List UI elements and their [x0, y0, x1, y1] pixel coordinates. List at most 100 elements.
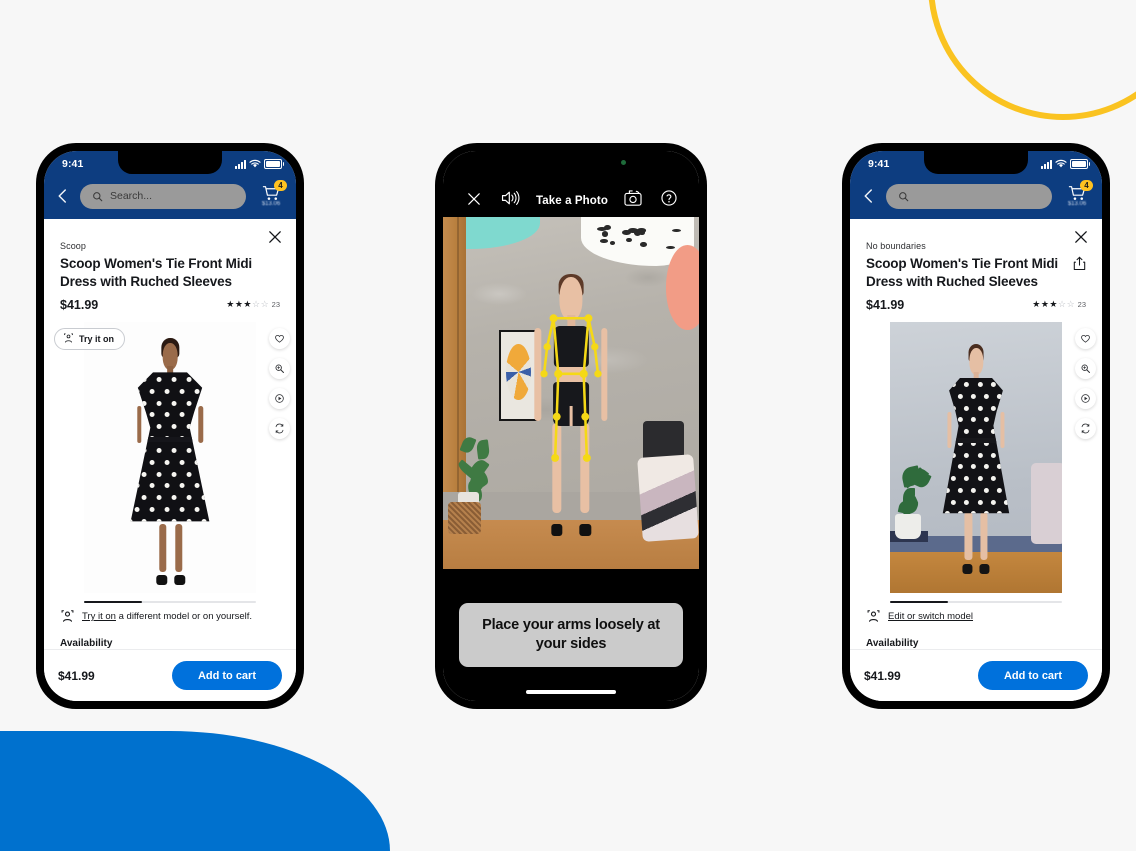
close-icon — [466, 191, 482, 207]
product-photo-scene — [84, 322, 256, 593]
scene-plant-pot — [895, 514, 921, 538]
edit-model-link-row[interactable]: Edit or switch model — [850, 607, 1102, 624]
play-icon-button[interactable] — [1075, 388, 1096, 409]
close-icon[interactable] — [1073, 229, 1089, 245]
help-circle-icon — [660, 189, 678, 207]
star-filled-icon: ★ — [1032, 300, 1040, 309]
model-leg-right — [175, 524, 182, 573]
camera-close-button[interactable] — [457, 191, 491, 207]
product-title: Scoop Women's Tie Front Midi Dress with … — [60, 255, 280, 291]
heart-icon-button[interactable] — [269, 328, 290, 349]
status-time: 9:41 — [868, 158, 889, 170]
rating-block[interactable]: ★ ★ ★ ☆ ☆ 23 — [1032, 300, 1086, 309]
person-tryon-icon — [63, 333, 74, 344]
tryon-result-image[interactable] — [890, 322, 1062, 593]
cellular-signal-icon — [235, 160, 246, 169]
pose-skeleton-overlay — [531, 277, 610, 483]
search-input[interactable]: Search... — [80, 184, 246, 209]
status-time: 9:41 — [62, 158, 83, 170]
battery-icon — [264, 159, 282, 169]
share-icon[interactable] — [1073, 256, 1086, 271]
phone-center-screen: Take a Photo Place your arms loosely at … — [443, 151, 699, 701]
model-arm-left — [137, 406, 141, 443]
chevron-left-icon[interactable] — [860, 187, 878, 205]
star-empty-icon: ☆ — [1058, 300, 1066, 309]
zoom-icon-button[interactable] — [1075, 358, 1096, 379]
home-indicator — [526, 690, 616, 694]
review-count: 23 — [1078, 300, 1086, 309]
room-scene — [443, 217, 699, 569]
person-shoe-right — [580, 524, 591, 537]
tryon-room-scene — [890, 322, 1062, 593]
phone-mockup-product-page: 9:41 Search... 4 $13.06 Scoop Scoop Wome… — [36, 143, 304, 709]
rotate-360-icon-button[interactable] — [269, 418, 290, 439]
gallery-page-indicator[interactable] — [890, 601, 1062, 603]
edit-or-switch-model-link[interactable]: Edit or switch model — [888, 611, 973, 622]
woven-basket — [448, 502, 481, 534]
search-input[interactable] — [886, 184, 1052, 209]
product-image[interactable] — [84, 322, 256, 593]
model-shoe-left — [157, 575, 168, 585]
camera-subject-person — [531, 277, 610, 534]
search-icon — [898, 191, 909, 202]
play-icon-button[interactable] — [269, 388, 290, 409]
phone-mockup-tryon-result: 9:41 4 $13.06 No boundaries Scoop Women'… — [842, 143, 1110, 709]
product-sheet-right: No boundaries Scoop Women's Tie Front Mi… — [850, 219, 1102, 701]
chevron-left-icon[interactable] — [54, 187, 72, 205]
dress-tie-belt — [954, 438, 998, 443]
heart-icon-button[interactable] — [1075, 328, 1096, 349]
phone-notch — [118, 151, 222, 174]
person-tryon-icon — [60, 609, 75, 624]
star-filled-icon: ★ — [243, 300, 251, 309]
star-empty-icon: ☆ — [261, 300, 269, 309]
camera-instruction-caption: Place your arms loosely at your sides — [459, 603, 683, 668]
magnifier-icon — [1080, 363, 1091, 374]
phone-mockup-camera: Take a Photo Place your arms loosely at … — [435, 143, 707, 709]
search-placeholder-text: Search... — [110, 190, 152, 202]
add-to-cart-button[interactable]: Add to cart — [978, 661, 1088, 690]
try-it-on-label: Try it on — [79, 334, 114, 344]
gallery-page-indicator[interactable] — [84, 601, 256, 603]
yellow-arc-decoration — [928, 0, 1136, 120]
model-arm-right — [1001, 412, 1005, 448]
camera-help-button[interactable] — [653, 189, 685, 207]
star-filled-icon: ★ — [1049, 300, 1057, 309]
zoom-icon-button[interactable] — [269, 358, 290, 379]
model-arm-left — [948, 412, 952, 448]
camera-flip-button[interactable] — [613, 189, 653, 207]
star-empty-icon: ☆ — [1067, 300, 1075, 309]
wifi-icon — [1055, 159, 1067, 169]
cart-button[interactable]: 4 $13.06 — [1060, 185, 1094, 207]
star-rating: ★ ★ ★ ☆ ☆ — [226, 300, 268, 309]
cellular-signal-icon — [1041, 160, 1052, 169]
try-on-link[interactable]: Try it on — [82, 611, 116, 622]
try-on-link-row[interactable]: Try it on a different model or on yourse… — [44, 607, 296, 624]
try-on-rest-text: a different model or on yourself. — [116, 611, 252, 622]
product-gallery-left: Try it on — [44, 322, 296, 607]
availability-label: Availability — [850, 624, 1102, 649]
rating-block[interactable]: ★ ★ ★ ☆ ☆ 23 — [226, 300, 280, 309]
product-model-figure — [125, 338, 214, 582]
star-rating: ★ ★ ★ ☆ ☆ — [1032, 300, 1074, 309]
nav-bar-right: 4 $13.06 — [850, 175, 1102, 215]
cart-badge-count: 4 — [1080, 180, 1093, 191]
try-it-on-pill-button[interactable]: Try it on — [54, 328, 125, 350]
product-footer-right: $41.99 Add to cart — [850, 649, 1102, 701]
review-count: 23 — [272, 300, 280, 309]
cart-total-amount: $13.06 — [1068, 201, 1086, 207]
model-shoe-right — [979, 564, 989, 573]
camera-capture-view: Take a Photo Place your arms loosely at … — [443, 151, 699, 701]
footer-price: $41.99 — [58, 669, 95, 683]
rotate-360-icon-button[interactable] — [1075, 418, 1096, 439]
add-to-cart-button[interactable]: Add to cart — [172, 661, 282, 690]
tryon-model-figure — [936, 344, 1015, 572]
scene-chair — [1031, 463, 1062, 544]
cart-button[interactable]: 4 $13.06 — [254, 185, 288, 207]
product-title: Scoop Women's Tie Front Midi Dress with … — [866, 255, 1069, 291]
star-empty-icon: ☆ — [252, 300, 260, 309]
camera-live-preview[interactable] — [443, 217, 699, 569]
product-brand: No boundaries — [850, 219, 1102, 251]
close-icon[interactable] — [267, 229, 283, 245]
camera-audio-button[interactable] — [491, 189, 531, 207]
speaker-icon — [500, 189, 522, 207]
